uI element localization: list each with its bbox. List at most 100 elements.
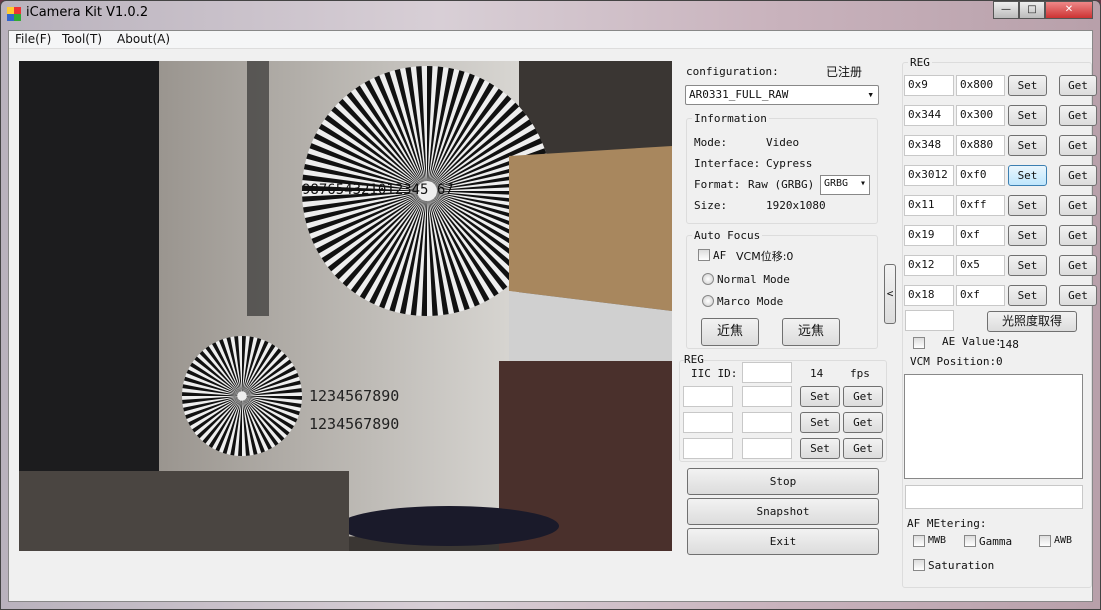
reg-value-input[interactable]: 0x800 xyxy=(956,75,1005,96)
close-button[interactable]: ✕ xyxy=(1045,1,1093,19)
reg-set-button[interactable]: Set xyxy=(1008,105,1047,126)
vcm-shift-label: VCM位移:0 xyxy=(736,250,794,263)
chart-row-2: 1234567890 xyxy=(309,415,399,433)
window-title: iCamera Kit V1.0.2 xyxy=(26,5,149,20)
reg-get-button[interactable]: Get xyxy=(1059,255,1097,276)
configuration-value: AR0331_FULL_RAW xyxy=(689,88,789,101)
reg-small-set-button[interactable]: Set xyxy=(800,412,840,433)
bayer-dropdown[interactable]: GRBG ▾ xyxy=(820,175,870,195)
reg-small-address-input[interactable] xyxy=(683,412,733,433)
reg-value-input[interactable]: 0xff xyxy=(956,195,1005,216)
reg-get-button[interactable]: Get xyxy=(1059,285,1097,306)
reg-small-set-button[interactable]: Set xyxy=(800,386,840,407)
reg-small-set-button[interactable]: Set xyxy=(800,438,840,459)
reg-small-value-input[interactable] xyxy=(742,438,792,459)
interface-label: Interface: xyxy=(694,157,761,170)
exit-button[interactable]: Exit xyxy=(687,528,879,555)
chart-numbers: 987654321012345 67 xyxy=(302,182,454,198)
size-value: 1920x1080 xyxy=(766,199,826,212)
saturation-label: Saturation xyxy=(928,559,995,572)
far-focus-button[interactable]: 远焦 xyxy=(782,318,840,346)
fps-value: 14 xyxy=(810,367,824,380)
mode-label: Mode: xyxy=(694,136,728,149)
reg-set-button[interactable]: Set xyxy=(1008,165,1047,186)
reg-small-address-input[interactable] xyxy=(683,438,733,459)
gamma-checkbox[interactable] xyxy=(964,535,976,547)
collapse-panel-button[interactable]: < xyxy=(884,264,896,324)
lux-input[interactable] xyxy=(905,310,954,331)
fps-label: fps xyxy=(850,367,870,380)
stop-button[interactable]: Stop xyxy=(687,468,879,495)
reg-value-input[interactable]: 0x5 xyxy=(956,255,1005,276)
saturation-checkbox[interactable] xyxy=(913,559,925,571)
reg-value-input[interactable]: 0x880 xyxy=(956,135,1005,156)
mode-value: Video xyxy=(766,136,800,149)
iic-id-label: IIC ID: xyxy=(691,367,738,380)
reg-get-button[interactable]: Get xyxy=(1059,165,1097,186)
reg-address-input[interactable]: 0x12 xyxy=(904,255,954,276)
snapshot-button[interactable]: Snapshot xyxy=(687,498,879,525)
log-textarea[interactable] xyxy=(904,374,1083,479)
interface-value: Cypress xyxy=(766,157,813,170)
siemens-star xyxy=(182,336,302,456)
reg-get-button[interactable]: Get xyxy=(1059,195,1097,216)
camera-image: 987654321012345 67 1234567890 1234567890 xyxy=(19,61,672,551)
reg-set-button[interactable]: Set xyxy=(1008,75,1047,96)
reg-set-button[interactable]: Set xyxy=(1008,255,1047,276)
reg-set-button[interactable]: Set xyxy=(1008,195,1047,216)
mwb-checkbox[interactable] xyxy=(913,535,925,547)
af-checkbox[interactable] xyxy=(698,249,710,261)
reg-set-button[interactable]: Set xyxy=(1008,285,1047,306)
awb-checkbox[interactable] xyxy=(1039,535,1051,547)
reg-set-button[interactable]: Set xyxy=(1008,225,1047,246)
reg-small-get-button[interactable]: Get xyxy=(843,438,883,459)
normal-mode-label: Normal Mode xyxy=(717,273,790,286)
reg-small-value-input[interactable] xyxy=(742,386,792,407)
configuration-label: configuration: xyxy=(686,65,779,78)
reg-address-input[interactable]: 0x3012 xyxy=(904,165,954,186)
reg-get-button[interactable]: Get xyxy=(1059,225,1097,246)
reg-set-button[interactable]: Set xyxy=(1008,135,1047,156)
reg-address-input[interactable]: 0x348 xyxy=(904,135,954,156)
near-focus-button[interactable]: 近焦 xyxy=(701,318,759,346)
reg-address-input[interactable]: 0x344 xyxy=(904,105,954,126)
mwb-label: MWB xyxy=(928,535,947,546)
format-label: Format: xyxy=(694,178,741,191)
menu-about[interactable]: About(A) xyxy=(117,32,170,46)
reg-address-input[interactable]: 0x11 xyxy=(904,195,954,216)
maximize-button[interactable]: □ xyxy=(1019,1,1045,19)
chevron-down-icon: ▾ xyxy=(867,88,874,101)
reg-small-get-button[interactable]: Get xyxy=(843,386,883,407)
normal-mode-radio[interactable] xyxy=(702,273,714,285)
gamma-label: Gamma xyxy=(979,535,1013,548)
ae-checkbox[interactable] xyxy=(913,337,925,349)
bayer-value: GRBG xyxy=(824,178,849,189)
iic-id-input[interactable] xyxy=(742,362,792,383)
reg-value-input[interactable]: 0xf xyxy=(956,285,1005,306)
marco-mode-radio[interactable] xyxy=(702,295,714,307)
registered-status: 已注册 xyxy=(826,65,863,79)
reg-address-input[interactable]: 0x9 xyxy=(904,75,954,96)
reg-small-value-input[interactable] xyxy=(742,412,792,433)
configuration-dropdown[interactable]: AR0331_FULL_RAW ▾ xyxy=(685,85,879,105)
reg-address-input[interactable]: 0x18 xyxy=(904,285,954,306)
reg-value-input[interactable]: 0x300 xyxy=(956,105,1005,126)
minimize-button[interactable]: — xyxy=(993,1,1019,19)
af-metering-label: AF MEtering: xyxy=(907,517,987,530)
menu-tool[interactable]: Tool(T) xyxy=(62,32,102,46)
awb-label: AWB xyxy=(1054,535,1073,546)
reg-small-get-button[interactable]: Get xyxy=(843,412,883,433)
get-lux-button[interactable]: 光照度取得 xyxy=(987,311,1077,332)
reg-get-button[interactable]: Get xyxy=(1059,105,1097,126)
marco-mode-label: Marco Mode xyxy=(717,295,784,308)
chart-row-1: 1234567890 xyxy=(309,387,399,405)
status-input[interactable] xyxy=(905,485,1083,509)
menu-file[interactable]: File(F) xyxy=(15,32,51,46)
ae-value: 148 xyxy=(999,338,1019,351)
reg-address-input[interactable]: 0x19 xyxy=(904,225,954,246)
reg-value-input[interactable]: 0xf0 xyxy=(956,165,1005,186)
reg-get-button[interactable]: Get xyxy=(1059,75,1097,96)
reg-value-input[interactable]: 0xf xyxy=(956,225,1005,246)
reg-small-address-input[interactable] xyxy=(683,386,733,407)
reg-get-button[interactable]: Get xyxy=(1059,135,1097,156)
